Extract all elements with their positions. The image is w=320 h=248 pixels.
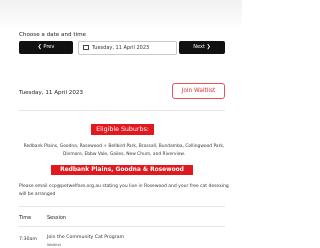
divider [19, 206, 225, 207]
suburbs-list-text: Redbank Plains, Goodna, Rosewood + Bellb… [23, 144, 225, 157]
choose-date-label: Choose a date and time [19, 32, 86, 38]
session-title: Join the Community Cat Program [47, 235, 125, 240]
prev-button[interactable]: ❮ Prev [19, 41, 73, 54]
calendar-icon [83, 45, 89, 50]
eligible-suburbs-heading: Eligible Suburbs: [91, 124, 154, 135]
session-subtitle: Waitlist [47, 242, 61, 247]
divider [19, 110, 225, 111]
row-time: 7:30am [19, 237, 37, 242]
table-header-session: Session [47, 215, 67, 221]
next-button[interactable]: Next ❯ [179, 41, 225, 54]
date-input[interactable]: Tuesday, 11 April 2023 [78, 41, 177, 55]
selected-date-heading: Tuesday, 11 April 2023 [19, 90, 84, 96]
date-input-value: Tuesday, 11 April 2023 [92, 45, 150, 51]
table-header-time: Time [19, 215, 32, 221]
join-waitlist-button[interactable]: Join Waitlist [172, 83, 225, 99]
divider [19, 226, 225, 227]
free-desexing-heading: Redbank Plains, Goodna & Rosewood FREE: [51, 165, 193, 183]
email-instruction-text: Please email ccp@petwelfare.org.au stati… [19, 184, 229, 197]
row-session[interactable]: Join the Community Cat Program Waitlist [47, 234, 124, 248]
top-fade [0, 0, 242, 30]
